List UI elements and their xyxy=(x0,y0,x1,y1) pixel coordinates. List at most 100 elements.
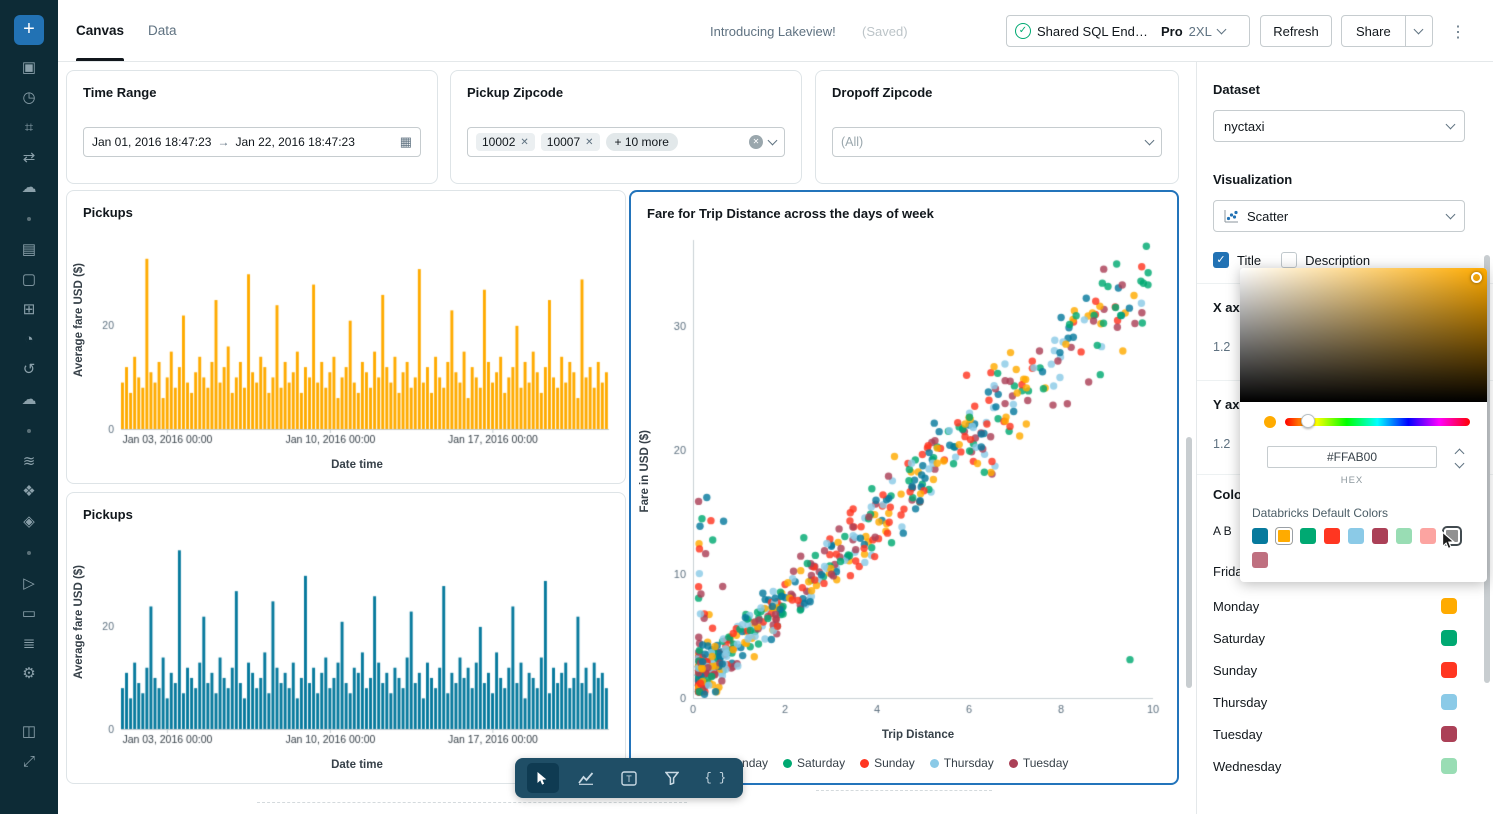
palette-swatch[interactable] xyxy=(1396,528,1412,544)
title-checkbox[interactable]: ✓ xyxy=(1213,252,1229,268)
palette-swatch[interactable] xyxy=(1324,528,1340,544)
more-chips-badge[interactable]: + 10 more xyxy=(606,133,678,151)
visualization-value: Scatter xyxy=(1247,209,1288,224)
edit-toolbar: T { } xyxy=(515,758,743,798)
workspace-icon[interactable]: ▣ xyxy=(0,53,58,83)
clusters-icon[interactable]: ⚙ xyxy=(0,659,58,689)
experiments-icon[interactable]: ≋ xyxy=(0,447,58,477)
catalog-icon[interactable]: ⌗ xyxy=(0,113,58,143)
legend-label: Tuesday xyxy=(1023,756,1069,770)
text-tool-icon[interactable]: T xyxy=(613,763,645,793)
palette-row-1 xyxy=(1252,528,1460,544)
marketplace-icon[interactable]: ◫ xyxy=(0,717,58,747)
code-tool-icon[interactable]: { } xyxy=(699,763,731,793)
sql-editor-icon[interactable]: ▤ xyxy=(0,235,58,265)
models-icon[interactable]: ◈ xyxy=(0,507,58,537)
time-range-input[interactable]: Jan 01, 2016 18:47:23 → Jan 22, 2016 18:… xyxy=(83,127,421,157)
legend-item[interactable]: Tuesday xyxy=(1009,756,1069,770)
title-description-row: ✓ Title Description xyxy=(1213,252,1370,268)
clear-all-icon[interactable]: ✕ xyxy=(749,135,763,149)
pickup-zipcode-input[interactable]: 10002✕ 10007 ✕ + 10 more ✕ xyxy=(467,127,785,157)
recents-icon[interactable]: ◷ xyxy=(0,83,58,113)
dropoff-zipcode-select[interactable]: (All) xyxy=(832,127,1162,157)
tab-canvas[interactable]: Canvas xyxy=(76,0,124,61)
start-date-value: Jan 01, 2016 18:47:23 xyxy=(92,135,211,149)
chip-label: 10007 xyxy=(547,135,580,149)
top-bar: Canvas Data Introducing Lakeview! (Saved… xyxy=(58,0,1493,62)
saturation-handle[interactable] xyxy=(1471,272,1482,283)
filter-tool-icon[interactable] xyxy=(656,763,688,793)
chevron-down-icon[interactable] xyxy=(1145,136,1155,146)
title-checkbox-label: Title xyxy=(1237,253,1261,268)
feature-store-icon[interactable]: ❖ xyxy=(0,477,58,507)
series-color-swatch[interactable] xyxy=(1441,694,1457,710)
palette-swatch[interactable] xyxy=(1372,528,1388,544)
zipcode-chip[interactable]: 10007 ✕ xyxy=(541,133,600,151)
palette-swatch[interactable] xyxy=(1276,528,1292,544)
bar-chart-canvas[interactable] xyxy=(87,529,617,747)
new-icon[interactable]: + xyxy=(14,15,44,45)
queries-icon[interactable]: ▢ xyxy=(0,265,58,295)
description-checkbox[interactable] xyxy=(1281,252,1297,268)
series-color-swatch[interactable] xyxy=(1441,630,1457,646)
saved-status: (Saved) xyxy=(862,24,908,39)
hue-slider-handle[interactable] xyxy=(1301,414,1315,428)
alerts-icon[interactable]: ◔ xyxy=(0,325,58,355)
dropoff-zipcode-widget[interactable]: Dropoff Zipcode (All) xyxy=(815,70,1179,184)
chip-remove-icon[interactable]: ✕ xyxy=(585,137,593,148)
dataset-select[interactable]: nyctaxi xyxy=(1213,110,1465,142)
endpoint-tier: Pro xyxy=(1161,24,1183,39)
partner-connect-icon[interactable]: ⤢ xyxy=(0,747,58,777)
chart-tool-icon[interactable] xyxy=(570,763,602,793)
workflows-icon[interactable]: ⇄ xyxy=(0,143,58,173)
sql-endpoint-select[interactable]: ✓ Shared SQL Endpo... Pro 2XL xyxy=(1006,15,1250,47)
palette-swatch[interactable] xyxy=(1420,528,1436,544)
scatter-chart-canvas[interactable] xyxy=(657,230,1165,718)
endpoint-status-icon: ✓ xyxy=(1015,23,1031,39)
refresh-button[interactable]: Refresh xyxy=(1260,15,1332,47)
time-range-widget[interactable]: Time Range Jan 01, 2016 18:47:23 → Jan 2… xyxy=(66,70,438,184)
chevron-down-icon[interactable] xyxy=(768,136,778,146)
series-color-swatch[interactable] xyxy=(1441,758,1457,774)
palette-swatch[interactable] xyxy=(1252,528,1268,544)
notebooks-icon[interactable]: ▭ xyxy=(0,599,58,629)
overflow-menu-icon[interactable]: ⋮ xyxy=(1450,22,1466,42)
pickup-zipcode-widget[interactable]: Pickup Zipcode 10002✕10007✕ + 10 more ✕ xyxy=(450,70,802,184)
palette-swatch[interactable] xyxy=(1300,528,1316,544)
series-color-swatch[interactable] xyxy=(1441,726,1457,742)
series-color-swatch[interactable] xyxy=(1441,662,1457,678)
dashboards-icon[interactable]: ⊞ xyxy=(0,295,58,325)
legend-item[interactable]: Thursday xyxy=(930,756,994,770)
saturation-gradient[interactable] xyxy=(1240,268,1487,402)
series-label: Monday xyxy=(1213,599,1259,614)
endpoint-name: Shared SQL Endpo... xyxy=(1037,24,1155,39)
compute-icon[interactable]: ☁ xyxy=(0,173,58,203)
scatter-chart-widget[interactable]: Fare for Trip Distance across the days o… xyxy=(629,190,1179,785)
share-menu-button[interactable] xyxy=(1405,16,1432,46)
format-stepper[interactable] xyxy=(1456,450,1463,467)
hex-input[interactable] xyxy=(1267,446,1437,468)
series-label: Thursday xyxy=(1213,695,1267,710)
calendar-icon[interactable]: ▦ xyxy=(400,134,412,150)
pickups-chart-teal[interactable]: Pickups Average fare USD ($) Date time xyxy=(66,492,626,784)
jobs-icon[interactable]: ≣ xyxy=(0,629,58,659)
series-color-swatch[interactable] xyxy=(1441,598,1457,614)
legend-item[interactable]: Saturday xyxy=(783,756,845,770)
legend-item[interactable]: Sunday xyxy=(860,756,915,770)
palette-swatch[interactable] xyxy=(1252,552,1268,568)
app-sidebar: + ▣◷⌗⇄☁▤▢⊞◔↺☁≋❖◈▷▭≣⚙◫⤢ xyxy=(0,0,58,814)
chip-remove-icon[interactable]: ✕ xyxy=(520,137,528,148)
palette-swatch[interactable] xyxy=(1348,528,1364,544)
canvas-scrollbar[interactable] xyxy=(1186,437,1192,688)
playground-icon[interactable]: ▷ xyxy=(0,569,58,599)
pickups-chart-orange[interactable]: Pickups Average fare USD ($) Date time xyxy=(66,190,626,484)
query-history-icon[interactable]: ↺ xyxy=(0,355,58,385)
grid-hint xyxy=(257,802,687,803)
sql-warehouses-icon[interactable]: ☁ xyxy=(0,385,58,415)
select-tool-icon[interactable] xyxy=(527,763,559,793)
bar-chart-canvas[interactable] xyxy=(87,227,617,447)
visualization-select[interactable]: Scatter xyxy=(1213,200,1465,232)
zipcode-chip[interactable]: 10002✕ xyxy=(476,133,535,151)
tab-data[interactable]: Data xyxy=(148,0,177,61)
share-button[interactable]: Share xyxy=(1342,16,1405,46)
